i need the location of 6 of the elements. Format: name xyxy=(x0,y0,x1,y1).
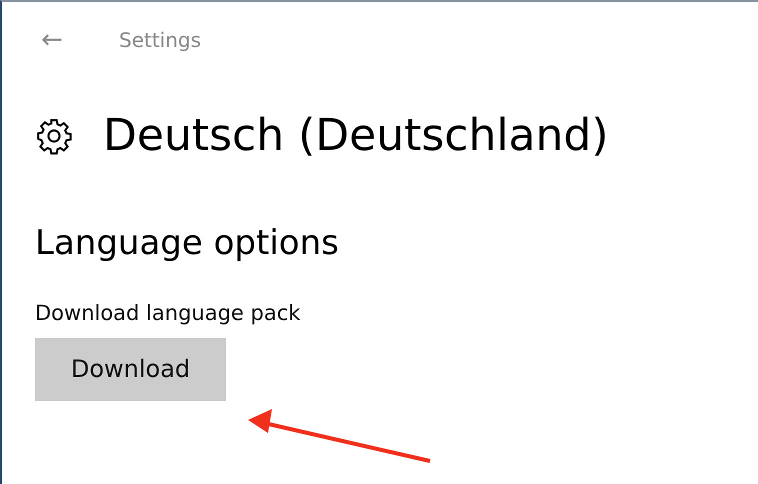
download-button[interactable]: Download xyxy=(35,338,226,400)
header-title: Settings xyxy=(119,27,202,54)
option-label: Download language pack xyxy=(35,300,302,327)
settings-icon xyxy=(35,117,73,155)
section-heading: Language options xyxy=(35,226,340,260)
page-title: Deutsch (Deutschland) xyxy=(103,114,609,158)
